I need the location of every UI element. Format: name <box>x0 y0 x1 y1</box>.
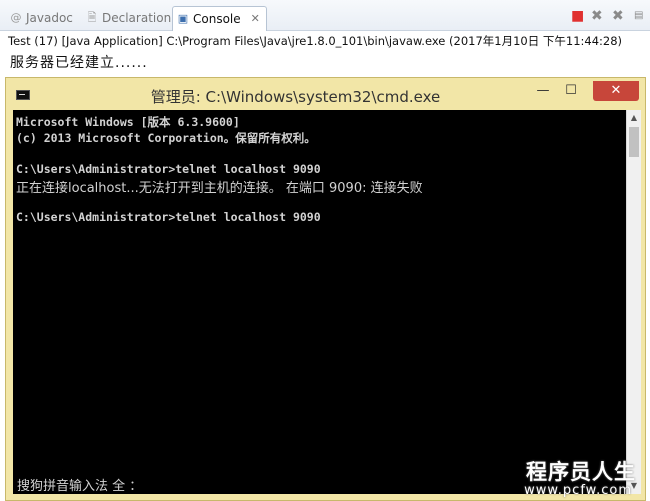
tab-label: Console <box>193 12 241 26</box>
vertical-scrollbar[interactable]: ▲ ▼ <box>626 110 641 494</box>
console-line: C:\Users\Administrator>telnet localhost … <box>16 210 321 224</box>
launch-info: Test (17) [Java Application] C:\Program … <box>8 34 623 48</box>
minimize-button[interactable]: — <box>531 81 555 101</box>
tab-label: Declaration <box>102 11 172 25</box>
clear-console-icon[interactable]: ▤ <box>634 8 643 24</box>
maximize-icon: ☐ <box>565 83 577 98</box>
minimize-icon: — <box>536 83 550 98</box>
scroll-up-icon[interactable]: ▲ <box>627 110 641 126</box>
tab-declaration[interactable]: 🗎 Declaration <box>86 6 172 30</box>
watermark-url: www.pcfw.com <box>524 483 632 498</box>
console-icon: ▣ <box>177 12 189 25</box>
cmd-console[interactable]: Microsoft Windows [版本 6.3.9600] (c) 2013… <box>13 110 626 494</box>
watermark-title: 程序员人生 <box>526 460 636 484</box>
close-tab-icon[interactable]: ✕ <box>251 7 260 31</box>
cmd-window: 管理员: C:\Windows\system32\cmd.exe — ☐ ✕ M… <box>5 77 646 501</box>
console-line: Microsoft Windows [版本 6.3.9600] <box>16 115 240 129</box>
console-line: 正在连接localhost...无法打开到主机的连接。 在端口 9090: 连接… <box>16 181 423 196</box>
terminate-icon[interactable]: ■ <box>571 8 584 24</box>
close-icon: ✕ <box>610 83 622 98</box>
tab-label: Javadoc <box>26 11 73 25</box>
remove-all-terminated-icon[interactable]: ✖ <box>612 8 624 24</box>
cmd-title-bar[interactable]: 管理员: C:\Windows\system32\cmd.exe — ☐ ✕ <box>6 78 645 110</box>
console-line: C:\Users\Administrator>telnet localhost … <box>16 162 321 176</box>
close-button[interactable]: ✕ <box>593 81 639 101</box>
maximize-button[interactable]: ☐ <box>559 81 583 101</box>
scroll-thumb[interactable] <box>629 127 639 157</box>
at-icon: @ <box>10 11 22 24</box>
console-output: 服务器已经建立...... <box>10 55 148 71</box>
tab-console[interactable]: ▣ Console ✕ <box>172 6 267 31</box>
view-tab-bar: @ Javadoc 🗎 Declaration ▣ Console ✕ ■ ✖ … <box>0 0 650 31</box>
console-line: (c) 2013 Microsoft Corporation。保留所有权利。 <box>16 131 316 145</box>
declaration-icon: 🗎 <box>87 11 97 24</box>
remove-launch-icon[interactable]: ✖ <box>591 8 603 24</box>
ime-status: 搜狗拼音输入法 全 ： <box>17 479 143 494</box>
tab-javadoc[interactable]: @ Javadoc <box>10 6 73 30</box>
